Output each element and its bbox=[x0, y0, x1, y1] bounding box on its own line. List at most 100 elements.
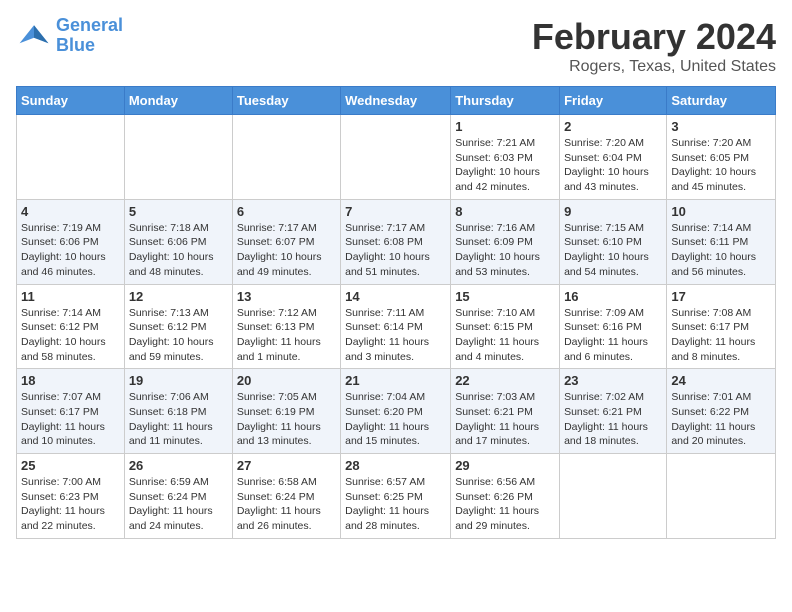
day-number: 9 bbox=[564, 204, 662, 219]
column-header-thursday: Thursday bbox=[451, 87, 560, 115]
day-detail: Sunrise: 7:04 AM Sunset: 6:20 PM Dayligh… bbox=[345, 390, 446, 449]
day-detail: Sunrise: 6:57 AM Sunset: 6:25 PM Dayligh… bbox=[345, 475, 446, 534]
day-detail: Sunrise: 7:09 AM Sunset: 6:16 PM Dayligh… bbox=[564, 306, 662, 365]
week-row-4: 18 Sunrise: 7:07 AM Sunset: 6:17 PM Dayli… bbox=[17, 369, 776, 454]
calendar-cell: 21 Sunrise: 7:04 AM Sunset: 6:20 PM Dayli… bbox=[341, 369, 451, 454]
day-number: 19 bbox=[129, 373, 228, 388]
column-header-tuesday: Tuesday bbox=[232, 87, 340, 115]
calendar-cell: 24Sunrise: 7:01 AM Sunset: 6:22 PM Dayli… bbox=[667, 369, 776, 454]
page-header: General Blue February 2024 Rogers, Texas… bbox=[16, 16, 776, 76]
week-row-3: 11 Sunrise: 7:14 AM Sunset: 6:12 PM Dayli… bbox=[17, 284, 776, 369]
week-row-1: 1 Sunrise: 7:21 AM Sunset: 6:03 PM Daylig… bbox=[17, 115, 776, 200]
day-detail: Sunrise: 7:14 AM Sunset: 6:12 PM Dayligh… bbox=[21, 306, 120, 365]
day-number: 29 bbox=[455, 458, 555, 473]
calendar-cell: 5 Sunrise: 7:18 AM Sunset: 6:06 PM Daylig… bbox=[124, 199, 232, 284]
calendar-cell: 29 Sunrise: 6:56 AM Sunset: 6:26 PM Dayli… bbox=[451, 454, 560, 539]
calendar-cell: 6 Sunrise: 7:17 AM Sunset: 6:07 PM Daylig… bbox=[232, 199, 340, 284]
day-number: 8 bbox=[455, 204, 555, 219]
header-row: SundayMondayTuesdayWednesdayThursdayFrid… bbox=[17, 87, 776, 115]
calendar-cell: 9 Sunrise: 7:15 AM Sunset: 6:10 PM Daylig… bbox=[560, 199, 667, 284]
day-number: 14 bbox=[345, 289, 446, 304]
day-number: 22 bbox=[455, 373, 555, 388]
day-detail: Sunrise: 7:16 AM Sunset: 6:09 PM Dayligh… bbox=[455, 221, 555, 280]
calendar-cell: 3 Sunrise: 7:20 AM Sunset: 6:05 PM Daylig… bbox=[667, 115, 776, 200]
calendar-cell: 28 Sunrise: 6:57 AM Sunset: 6:25 PM Dayli… bbox=[341, 454, 451, 539]
day-detail: Sunrise: 7:13 AM Sunset: 6:12 PM Dayligh… bbox=[129, 306, 228, 365]
column-header-friday: Friday bbox=[560, 87, 667, 115]
calendar-cell: 23 Sunrise: 7:02 AM Sunset: 6:21 PM Dayli… bbox=[560, 369, 667, 454]
day-detail: Sunrise: 7:01 AM Sunset: 6:22 PM Dayligh… bbox=[671, 390, 771, 449]
calendar-cell bbox=[560, 454, 667, 539]
calendar-cell: 8 Sunrise: 7:16 AM Sunset: 6:09 PM Daylig… bbox=[451, 199, 560, 284]
day-number: 26 bbox=[129, 458, 228, 473]
day-detail: Sunrise: 7:20 AM Sunset: 6:05 PM Dayligh… bbox=[671, 136, 771, 195]
day-number: 13 bbox=[237, 289, 336, 304]
day-number: 18 bbox=[21, 373, 120, 388]
calendar-cell: 27 Sunrise: 6:58 AM Sunset: 6:24 PM Dayli… bbox=[232, 454, 340, 539]
day-number: 4 bbox=[21, 204, 120, 219]
day-detail: Sunrise: 7:08 AM Sunset: 6:17 PM Dayligh… bbox=[671, 306, 771, 365]
column-header-saturday: Saturday bbox=[667, 87, 776, 115]
day-number: 11 bbox=[21, 289, 120, 304]
calendar-cell: 25Sunrise: 7:00 AM Sunset: 6:23 PM Dayli… bbox=[17, 454, 125, 539]
day-number: 3 bbox=[671, 119, 771, 134]
day-number: 28 bbox=[345, 458, 446, 473]
day-detail: Sunrise: 7:02 AM Sunset: 6:21 PM Dayligh… bbox=[564, 390, 662, 449]
calendar-cell bbox=[17, 115, 125, 200]
day-detail: Sunrise: 6:58 AM Sunset: 6:24 PM Dayligh… bbox=[237, 475, 336, 534]
day-detail: Sunrise: 7:07 AM Sunset: 6:17 PM Dayligh… bbox=[21, 390, 120, 449]
calendar-cell: 1 Sunrise: 7:21 AM Sunset: 6:03 PM Daylig… bbox=[451, 115, 560, 200]
day-detail: Sunrise: 7:17 AM Sunset: 6:07 PM Dayligh… bbox=[237, 221, 336, 280]
page-title: February 2024 bbox=[532, 16, 776, 58]
calendar-cell bbox=[232, 115, 340, 200]
calendar-cell bbox=[341, 115, 451, 200]
day-detail: Sunrise: 7:14 AM Sunset: 6:11 PM Dayligh… bbox=[671, 221, 771, 280]
logo: General Blue bbox=[16, 16, 123, 56]
day-detail: Sunrise: 7:19 AM Sunset: 6:06 PM Dayligh… bbox=[21, 221, 120, 280]
calendar-table: SundayMondayTuesdayWednesdayThursdayFrid… bbox=[16, 86, 776, 539]
day-detail: Sunrise: 6:59 AM Sunset: 6:24 PM Dayligh… bbox=[129, 475, 228, 534]
day-detail: Sunrise: 7:05 AM Sunset: 6:19 PM Dayligh… bbox=[237, 390, 336, 449]
calendar-cell: 16 Sunrise: 7:09 AM Sunset: 6:16 PM Dayli… bbox=[560, 284, 667, 369]
calendar-cell: 11 Sunrise: 7:14 AM Sunset: 6:12 PM Dayli… bbox=[17, 284, 125, 369]
calendar-cell: 17Sunrise: 7:08 AM Sunset: 6:17 PM Dayli… bbox=[667, 284, 776, 369]
day-number: 6 bbox=[237, 204, 336, 219]
title-block: February 2024 Rogers, Texas, United Stat… bbox=[532, 16, 776, 76]
calendar-cell: 22Sunrise: 7:03 AM Sunset: 6:21 PM Dayli… bbox=[451, 369, 560, 454]
day-detail: Sunrise: 7:12 AM Sunset: 6:13 PM Dayligh… bbox=[237, 306, 336, 365]
day-detail: Sunrise: 7:17 AM Sunset: 6:08 PM Dayligh… bbox=[345, 221, 446, 280]
day-number: 25 bbox=[21, 458, 120, 473]
day-detail: Sunrise: 7:18 AM Sunset: 6:06 PM Dayligh… bbox=[129, 221, 228, 280]
logo-icon bbox=[16, 18, 52, 54]
calendar-cell bbox=[667, 454, 776, 539]
day-number: 21 bbox=[345, 373, 446, 388]
day-number: 2 bbox=[564, 119, 662, 134]
day-number: 16 bbox=[564, 289, 662, 304]
logo-text: General Blue bbox=[56, 16, 123, 56]
calendar-cell: 20 Sunrise: 7:05 AM Sunset: 6:19 PM Dayli… bbox=[232, 369, 340, 454]
day-number: 27 bbox=[237, 458, 336, 473]
calendar-cell: 4 Sunrise: 7:19 AM Sunset: 6:06 PM Daylig… bbox=[17, 199, 125, 284]
day-detail: Sunrise: 7:10 AM Sunset: 6:15 PM Dayligh… bbox=[455, 306, 555, 365]
day-detail: Sunrise: 7:21 AM Sunset: 6:03 PM Dayligh… bbox=[455, 136, 555, 195]
day-number: 1 bbox=[455, 119, 555, 134]
day-detail: Sunrise: 7:20 AM Sunset: 6:04 PM Dayligh… bbox=[564, 136, 662, 195]
column-header-monday: Monday bbox=[124, 87, 232, 115]
day-number: 12 bbox=[129, 289, 228, 304]
day-detail: Sunrise: 7:06 AM Sunset: 6:18 PM Dayligh… bbox=[129, 390, 228, 449]
calendar-cell bbox=[124, 115, 232, 200]
day-number: 10 bbox=[671, 204, 771, 219]
column-header-wednesday: Wednesday bbox=[341, 87, 451, 115]
calendar-cell: 14Sunrise: 7:11 AM Sunset: 6:14 PM Dayli… bbox=[341, 284, 451, 369]
week-row-5: 25Sunrise: 7:00 AM Sunset: 6:23 PM Dayli… bbox=[17, 454, 776, 539]
calendar-cell: 10 Sunrise: 7:14 AM Sunset: 6:11 PM Dayli… bbox=[667, 199, 776, 284]
day-number: 7 bbox=[345, 204, 446, 219]
day-number: 23 bbox=[564, 373, 662, 388]
calendar-cell: 12 Sunrise: 7:13 AM Sunset: 6:12 PM Dayli… bbox=[124, 284, 232, 369]
day-number: 5 bbox=[129, 204, 228, 219]
week-row-2: 4 Sunrise: 7:19 AM Sunset: 6:06 PM Daylig… bbox=[17, 199, 776, 284]
day-detail: Sunrise: 6:56 AM Sunset: 6:26 PM Dayligh… bbox=[455, 475, 555, 534]
day-detail: Sunrise: 7:15 AM Sunset: 6:10 PM Dayligh… bbox=[564, 221, 662, 280]
day-number: 20 bbox=[237, 373, 336, 388]
calendar-cell: 2 Sunrise: 7:20 AM Sunset: 6:04 PM Daylig… bbox=[560, 115, 667, 200]
